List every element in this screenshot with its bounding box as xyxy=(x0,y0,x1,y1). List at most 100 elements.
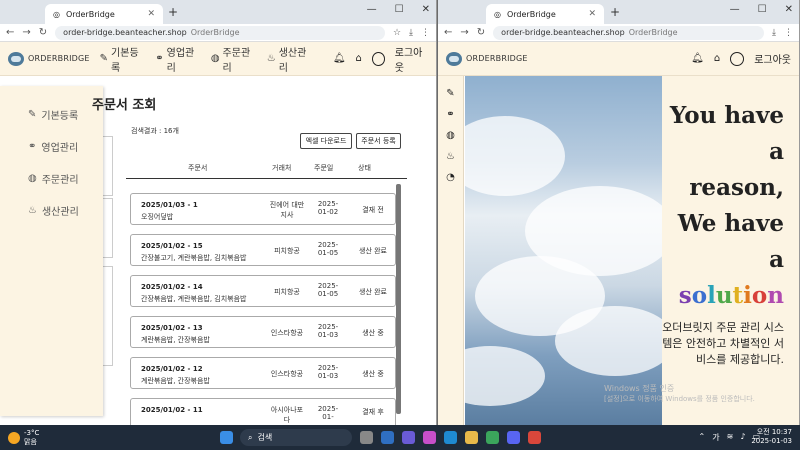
app-header: ORDERBRIDGE ✎ 기본등록 ⚭ 영업관리 ◍ 주문관리 ♨ 생산관리 🔔︎ ⌂… xyxy=(0,42,436,76)
menu-production[interactable]: ♨ 생산관리 xyxy=(267,44,313,74)
menu-sales[interactable]: ⚭ 영업관리 xyxy=(155,44,201,74)
logout-link[interactable]: 로그아웃 xyxy=(754,51,791,66)
url-field[interactable]: order-bridge.beanteacher.shop OrderBridg… xyxy=(493,25,765,40)
order-row[interactable]: 2025/01/02 - 15 간장불고기, 계란볶음밥, 김치볶음밥 피치항공… xyxy=(130,234,396,266)
robot-icon[interactable]: ⌂ xyxy=(714,53,720,64)
order-row[interactable]: 2025/01/02 - 11 아시아나포다 2025-01- 결재 후 xyxy=(130,398,396,425)
order-date: 2025-01- xyxy=(317,405,339,421)
weather-widget[interactable]: -3°C 맑음 xyxy=(0,429,220,447)
chevron-up-icon[interactable]: ⌃ xyxy=(699,432,706,443)
task-view-icon[interactable] xyxy=(360,431,373,444)
wifi-icon[interactable]: ≋ xyxy=(727,432,734,443)
browser-tab[interactable]: ◎ OrderBridge ✕ xyxy=(486,4,604,24)
taskbar-search[interactable]: ⌕ 검색 xyxy=(240,429,352,446)
excel-download-button[interactable]: 엑셀 다운로드 xyxy=(300,133,352,149)
edge-icon[interactable] xyxy=(444,431,457,444)
close-window-icon[interactable]: ✕ xyxy=(785,4,793,15)
reload-icon[interactable]: ↻ xyxy=(39,27,47,38)
logo-icon xyxy=(8,51,24,66)
menu-basic[interactable]: ✎ 기본등록 xyxy=(100,44,146,74)
browser-tab[interactable]: ◎ OrderBridge ✕ xyxy=(45,4,163,24)
maximize-icon[interactable]: ☐ xyxy=(395,4,404,15)
sidebar-item-orders[interactable]: ◍ 주문관리 xyxy=(28,162,103,194)
sidebar-item-production[interactable]: ♨ 생산관리 xyxy=(28,194,103,226)
volume-icon[interactable]: ♪ xyxy=(740,432,745,443)
scrollbar[interactable] xyxy=(396,184,401,414)
bell-icon[interactable]: 🔔︎ xyxy=(333,53,346,64)
back-icon[interactable]: ← xyxy=(444,27,452,38)
discord-icon[interactable] xyxy=(507,431,520,444)
order-register-button[interactable]: 주문서 등록 xyxy=(356,133,401,149)
handshake-icon: ⚭ xyxy=(28,140,37,152)
order-row[interactable]: 2025/01/03 - 1 오징어덮밥 진에어 대만지사 2025-01-02… xyxy=(130,193,396,225)
forward-icon[interactable]: → xyxy=(22,27,30,38)
solution-letter: o xyxy=(751,282,768,309)
close-window-icon[interactable]: ✕ xyxy=(422,4,430,15)
pill-icon[interactable]: ◍ xyxy=(446,130,455,141)
order-list: 2025/01/03 - 1 오징어덮밥 진에어 대만지사 2025-01-02… xyxy=(130,193,396,425)
input-language[interactable]: 가 xyxy=(712,432,719,443)
new-tab-button[interactable]: + xyxy=(168,5,178,19)
back-icon[interactable]: ← xyxy=(6,27,14,38)
app-header: ORDERBRIDGE 🔔︎ ⌂ 로그아웃 xyxy=(438,42,799,76)
menu-icon[interactable]: ⋮ xyxy=(421,28,430,38)
minimize-icon[interactable]: — xyxy=(367,4,377,15)
window-controls: — ☐ ✕ xyxy=(730,4,793,15)
avatar-icon[interactable] xyxy=(371,51,385,66)
download-icon[interactable]: ⤓ xyxy=(772,28,776,38)
hero-line: reason, xyxy=(689,174,784,201)
brand-logo[interactable]: ORDERBRIDGE xyxy=(8,51,90,66)
teams-icon[interactable] xyxy=(402,431,415,444)
new-tab-button[interactable]: + xyxy=(610,5,620,19)
clock[interactable]: 오전 10:37 2025-01-03 xyxy=(751,428,792,446)
order-items: 오징어덮밥 xyxy=(141,213,174,221)
bookmark-icon[interactable]: ☆ xyxy=(393,28,401,38)
reload-icon[interactable]: ↻ xyxy=(477,27,485,38)
handshake-icon[interactable]: ⚭ xyxy=(446,109,454,120)
logout-link[interactable]: 로그아웃 xyxy=(395,44,428,74)
close-tab-icon[interactable]: ✕ xyxy=(147,9,155,19)
order-date: 2025-01-05 xyxy=(317,241,339,257)
chart-icon[interactable]: ◔ xyxy=(446,172,455,183)
maximize-icon[interactable]: ☐ xyxy=(758,4,767,15)
order-row[interactable]: 2025/01/02 - 12 계란볶음밥, 간장볶음밥 인스타항공 2025-… xyxy=(130,357,396,389)
brand-logo[interactable]: ORDERBRIDGE xyxy=(446,51,528,66)
app-icon[interactable] xyxy=(486,431,499,444)
activation-watermark: Windows 정품 인증 [설정]으로 이동하여 Windows를 정품 인증… xyxy=(604,383,774,404)
order-status: 생산 완료 xyxy=(359,288,387,296)
windows-start-icon[interactable] xyxy=(220,431,233,444)
order-id: 2025/01/02 - 11 xyxy=(141,406,203,414)
order-status: 생산 중 xyxy=(362,329,384,337)
forward-icon[interactable]: → xyxy=(460,27,468,38)
menu-icon[interactable]: ⋮ xyxy=(784,28,793,38)
sidebar-item-sales[interactable]: ⚭ 영업관리 xyxy=(28,130,103,162)
order-row[interactable]: 2025/01/02 - 14 간장볶음밥, 계란볶음밥, 김치볶음밥 피치항공… xyxy=(130,275,396,307)
menu-orders[interactable]: ◍ 주문관리 xyxy=(211,44,257,74)
avatar-icon[interactable] xyxy=(730,51,745,66)
order-list-page: ✎ 기본등록 ⚭ 영업관리 ◍ 주문관리 ♨ 생산관리 주문서 조회 검색결과 : 16… xyxy=(0,76,436,425)
minimize-icon[interactable]: — xyxy=(730,4,740,15)
download-icon[interactable]: ⤓ xyxy=(409,28,413,38)
order-row[interactable]: 2025/01/02 - 13 계란볶음밥, 간장볶음밥 인스타항공 2025-… xyxy=(130,316,396,348)
robot-icon[interactable]: ⌂ xyxy=(356,53,362,64)
url-field[interactable]: order-bridge.beanteacher.shop OrderBridg… xyxy=(55,25,385,40)
hero-line: We have a xyxy=(677,210,784,273)
pencil-icon[interactable]: ✎ xyxy=(446,88,454,99)
chrome-icon[interactable] xyxy=(528,431,541,444)
order-date: 2025-01-03 xyxy=(317,323,339,339)
outlook-icon[interactable] xyxy=(381,431,394,444)
pill-icon: ◍ xyxy=(210,53,220,64)
pencil-icon: ✎ xyxy=(99,53,109,64)
left-browser-window: ◎ OrderBridge ✕ + — ☐ ✕ ← → ↻ order-brid… xyxy=(0,0,437,425)
url-page-title: OrderBridge xyxy=(628,28,678,37)
pot-icon[interactable]: ♨ xyxy=(446,151,455,162)
bell-icon[interactable]: 🔔︎ xyxy=(691,53,704,64)
file-explorer-icon[interactable] xyxy=(465,431,478,444)
icon-sidebar: ✎ ⚭ ◍ ♨ ◔ xyxy=(438,76,464,425)
order-client: 피치항공 xyxy=(274,288,300,296)
address-bar: ← → ↻ order-bridge.beanteacher.shop Orde… xyxy=(0,24,436,42)
close-tab-icon[interactable]: ✕ xyxy=(588,9,596,19)
copilot-icon[interactable] xyxy=(423,431,436,444)
pencil-icon: ✎ xyxy=(28,108,37,120)
watermark-body: [설정]으로 이동하여 Windows를 정품 인증합니다. xyxy=(604,395,755,403)
